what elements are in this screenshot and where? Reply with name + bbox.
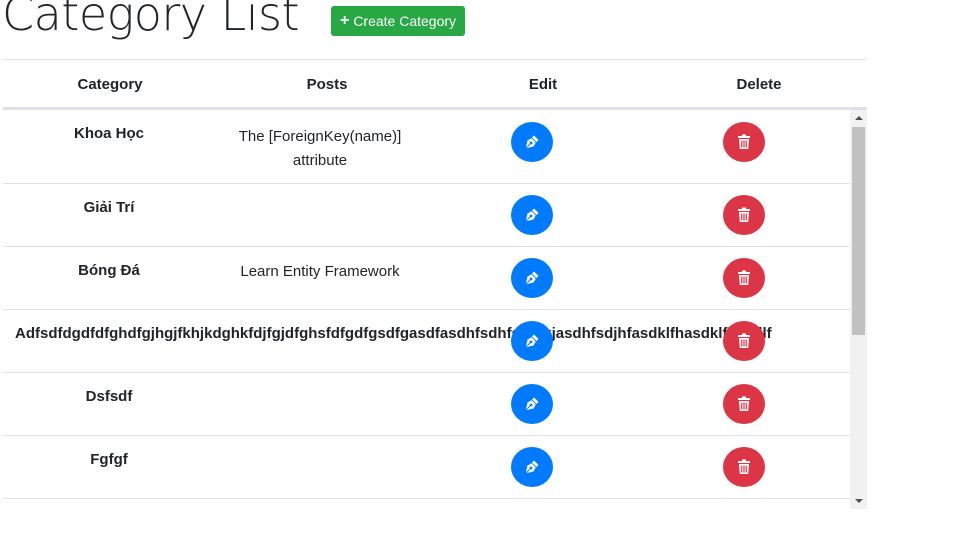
trash-icon [738, 333, 750, 348]
category-name: Khoa Học [73, 125, 145, 142]
trash-icon [738, 270, 750, 285]
header-posts: Posts [306, 76, 348, 93]
edit-button[interactable] [511, 195, 553, 235]
category-name: Adfsdfdgdfdfghdfgjhgjfkhjkdghkfdjfgjdfgh… [15, 325, 772, 342]
create-category-label: Create Category [353, 13, 457, 29]
table-row: Giải Trí [3, 184, 850, 247]
trash-icon [738, 134, 750, 149]
edit-button[interactable] [511, 447, 553, 487]
edit-button[interactable] [511, 384, 553, 424]
table-row: Bóng Đá Learn Entity Framework [3, 247, 850, 310]
header-edit: Edit [528, 76, 558, 93]
delete-button[interactable] [723, 321, 765, 361]
edit-button[interactable] [511, 122, 553, 162]
header-delete: Delete [736, 76, 782, 93]
delete-button[interactable] [723, 447, 765, 487]
scrollbar-thumb[interactable] [852, 127, 865, 335]
table-row: Adfsdfdgdfdfghdfgjhgjfkhjkdghkfdjfgjdfgh… [3, 310, 850, 373]
category-name: Fgfgf [90, 451, 128, 468]
table-row: Dsfsdf [3, 373, 850, 436]
category-name: Giải Trí [83, 199, 135, 216]
category-posts: The [ForeignKey(name)] attribute [238, 128, 402, 169]
page-title: Category List [2, 0, 300, 41]
scroll-up-arrow-icon[interactable] [850, 110, 867, 126]
create-category-button[interactable]: + Create Category [331, 6, 465, 36]
header-category: Category [77, 76, 143, 93]
trash-icon [738, 207, 750, 222]
delete-button[interactable] [723, 258, 765, 298]
edit-button[interactable] [511, 258, 553, 298]
delete-button[interactable] [723, 195, 765, 235]
delete-button[interactable] [723, 122, 765, 162]
pen-nib-icon [526, 271, 539, 284]
table-body: Khoa Học The [ForeignKey(name)] attribut… [3, 110, 867, 509]
category-posts: Learn Entity Framework [240, 263, 400, 280]
table-row: Fgfgf [3, 436, 850, 499]
pen-nib-icon [526, 460, 539, 473]
delete-button[interactable] [723, 384, 765, 424]
edit-button[interactable] [511, 321, 553, 361]
pen-nib-icon [526, 334, 539, 347]
vertical-scrollbar[interactable] [850, 110, 867, 509]
table-header: Category Posts Edit Delete [3, 59, 867, 110]
category-name: Dsfsdf [85, 388, 133, 405]
scroll-down-arrow-icon[interactable] [850, 493, 867, 509]
pen-nib-icon [526, 397, 539, 410]
trash-icon [738, 459, 750, 474]
category-name: Bóng Đá [78, 262, 140, 279]
pen-nib-icon [526, 135, 539, 148]
plus-icon: + [339, 12, 350, 29]
table-row: Khoa Học The [ForeignKey(name)] attribut… [3, 110, 850, 184]
pen-nib-icon [526, 208, 539, 221]
trash-icon [738, 396, 750, 411]
